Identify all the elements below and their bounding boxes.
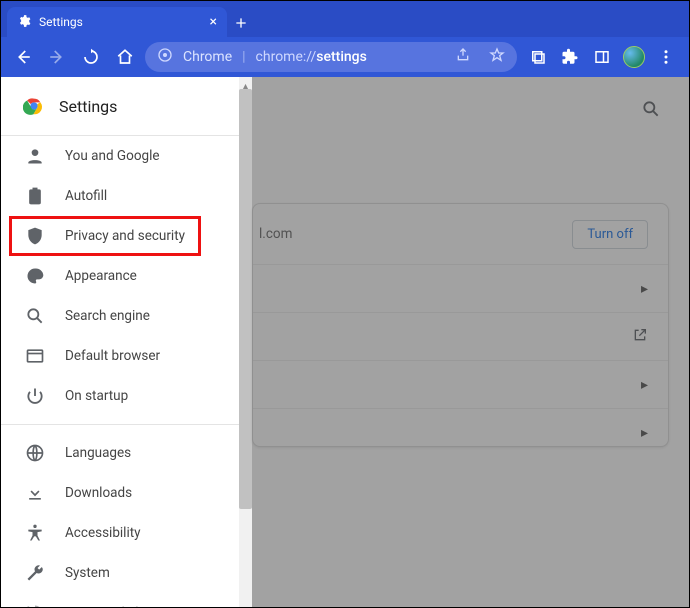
- sidebar-item-default-browser[interactable]: Default browser: [1, 336, 252, 376]
- accessibility-icon: [25, 523, 45, 543]
- chevron-right-icon: ▸: [641, 377, 648, 393]
- sidebar-item-label: You and Google: [65, 148, 160, 164]
- side-panel-icon[interactable]: [587, 43, 617, 71]
- sidebar-item-privacy-security[interactable]: Privacy and security: [1, 216, 252, 256]
- tab-title: Settings: [39, 15, 202, 29]
- open-external-icon: [632, 327, 648, 347]
- sidebar-item-label: System: [65, 565, 110, 581]
- chrome-logo-icon: [23, 95, 45, 117]
- sidebar-list: You and Google Autofill Privacy and secu…: [1, 136, 252, 607]
- omnibox-separator: |: [242, 49, 245, 65]
- sidebar-item-label: Search engine: [65, 308, 150, 324]
- shield-icon: [25, 226, 45, 246]
- settings-card: l.com Turn off ▸ ▸ ▸: [252, 203, 669, 447]
- sidebar-item-languages[interactable]: Languages: [1, 433, 252, 473]
- sidebar-item-label: Downloads: [65, 485, 132, 501]
- person-icon: [25, 146, 45, 166]
- sidebar-item-autofill[interactable]: Autofill: [1, 176, 252, 216]
- card-row[interactable]: ▸: [253, 408, 668, 456]
- sidebar-item-label: Default browser: [65, 348, 160, 364]
- window-icon: [25, 346, 45, 366]
- chevron-right-icon: ▸: [641, 425, 648, 441]
- gear-icon: [17, 14, 31, 31]
- reload-button[interactable]: [77, 43, 105, 71]
- power-icon: [25, 386, 45, 406]
- omnibox-url: chrome://settings: [256, 49, 367, 65]
- clipboard-icon: [25, 186, 45, 206]
- palette-icon: [25, 266, 45, 286]
- sidebar-item-label: Autofill: [65, 188, 107, 204]
- download-icon: [25, 483, 45, 503]
- extensions-icon[interactable]: [555, 43, 585, 71]
- collections-icon[interactable]: [523, 43, 553, 71]
- sidebar-item-system[interactable]: System: [1, 553, 252, 593]
- toolbar: Chrome | chrome://settings: [1, 37, 689, 77]
- bookmark-star-icon[interactable]: [489, 47, 505, 67]
- scrollbar[interactable]: ▴: [239, 77, 252, 607]
- sidebar-item-label: On startup: [65, 388, 128, 404]
- turn-off-button[interactable]: Turn off: [572, 220, 648, 249]
- new-tab-button[interactable]: [227, 9, 255, 37]
- omnibox[interactable]: Chrome | chrome://settings: [145, 42, 517, 72]
- content-area: l.com Turn off ▸ ▸ ▸: [252, 77, 689, 607]
- sidebar-item-label: Reset and clean up: [65, 605, 179, 607]
- sidebar-item-you-and-google[interactable]: You and Google: [1, 136, 252, 176]
- wrench-icon: [25, 563, 45, 583]
- sidebar-item-label: Languages: [65, 445, 131, 461]
- search-icon: [25, 306, 45, 326]
- sidebar-item-label: Appearance: [65, 268, 137, 284]
- card-row-sync: l.com Turn off: [253, 204, 668, 264]
- tab-close-icon[interactable]: ×: [210, 14, 217, 30]
- restore-icon: [25, 603, 45, 607]
- sidebar-item-label: Privacy and security: [65, 228, 185, 244]
- settings-title: Settings: [59, 97, 117, 116]
- scroll-thumb[interactable]: [239, 89, 252, 509]
- share-icon[interactable]: [455, 47, 471, 67]
- sidebar-item-reset[interactable]: Reset and clean up: [1, 593, 252, 607]
- sidebar: Settings You and Google Autofill Privacy…: [1, 77, 252, 607]
- tab-strip: Settings ×: [1, 1, 689, 37]
- back-button[interactable]: [9, 43, 37, 71]
- menu-kebab-icon[interactable]: [651, 43, 681, 71]
- profile-avatar[interactable]: [619, 43, 649, 71]
- tab-settings[interactable]: Settings ×: [7, 7, 227, 37]
- search-settings-icon[interactable]: [641, 99, 661, 123]
- sidebar-item-search-engine[interactable]: Search engine: [1, 296, 252, 336]
- chevron-right-icon: ▸: [641, 281, 648, 297]
- forward-button[interactable]: [43, 43, 71, 71]
- sidebar-item-appearance[interactable]: Appearance: [1, 256, 252, 296]
- card-row[interactable]: [253, 312, 668, 360]
- omnibox-context: Chrome: [183, 49, 232, 65]
- globe-icon: [25, 443, 45, 463]
- card-row[interactable]: ▸: [253, 264, 668, 312]
- settings-header: Settings: [1, 77, 252, 135]
- sidebar-item-label: Accessibility: [65, 525, 141, 541]
- sidebar-item-accessibility[interactable]: Accessibility: [1, 513, 252, 553]
- card-row[interactable]: ▸: [253, 360, 668, 408]
- divider: [1, 424, 252, 425]
- sidebar-item-downloads[interactable]: Downloads: [1, 473, 252, 513]
- site-info-icon[interactable]: [157, 47, 173, 67]
- account-email-fragment: l.com: [253, 226, 292, 242]
- home-button[interactable]: [111, 43, 139, 71]
- sidebar-item-on-startup[interactable]: On startup: [1, 376, 252, 416]
